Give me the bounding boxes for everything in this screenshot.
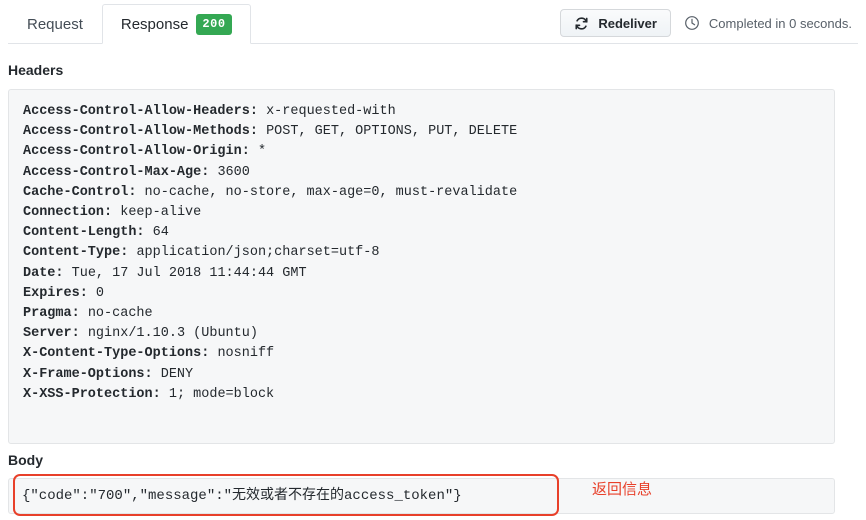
header-row: Pragma: no-cache (23, 304, 820, 324)
tab-request[interactable]: Request (8, 4, 102, 44)
sync-icon (574, 16, 589, 31)
header-name: X-XSS-Protection: (23, 386, 161, 402)
header-row: Connection: keep-alive (23, 203, 820, 223)
header-name: Access-Control-Max-Age: (23, 164, 210, 180)
header-name: X-Content-Type-Options: (23, 346, 210, 362)
completion-status-text: Completed in 0 seconds. (708, 15, 852, 31)
completion-status: Completed in 0 seconds. (684, 15, 852, 31)
tab-response[interactable]: Response 200 (101, 4, 251, 44)
header-name: Expires: (23, 285, 88, 301)
header-name: Access-Control-Allow-Headers: (23, 104, 258, 119)
toolbar-actions: Redeliver Completed in 0 seconds. (560, 9, 852, 37)
header-value: no-cache, no-store, max-age=0, must-reva… (144, 184, 518, 200)
header-value: 0 (95, 285, 105, 301)
header-value: x-requested-with (266, 104, 396, 119)
header-name: Date: (23, 265, 64, 281)
header-row: Date: Tue, 17 Jul 2018 11:44:44 GMT (23, 264, 820, 284)
header-name: Content-Length: (23, 225, 145, 241)
header-value: POST, GET, OPTIONS, PUT, DELETE (266, 124, 518, 140)
header-row: Server: nginx/1.10.3 (Ubuntu) (23, 324, 820, 344)
header-value: no-cache (87, 306, 153, 322)
redeliver-button[interactable]: Redeliver (560, 9, 671, 37)
header-value: application/json;charset=utf-8 (136, 245, 380, 261)
header-name: Server: (23, 326, 80, 342)
tab-bar: Request Response 200 Redeliver Completed… (0, 0, 866, 44)
header-value: nginx/1.10.3 (Ubuntu) (87, 326, 258, 342)
response-headers-panel: Access-Control-Allow-Headers: x-requeste… (8, 89, 835, 444)
clock-icon (684, 15, 700, 31)
headers-section-title: Headers (8, 62, 64, 78)
header-name: X-Frame-Options: (23, 366, 153, 382)
body-section-title: Body (8, 452, 43, 468)
header-name: Pragma: (23, 306, 80, 322)
header-name: Access-Control-Allow-Origin: (23, 144, 250, 160)
redeliver-button-label: Redeliver (598, 15, 657, 31)
header-value: * (257, 144, 267, 160)
annotation-label: 返回信息 (592, 481, 653, 498)
header-value: Tue, 17 Jul 2018 11:44:44 GMT (71, 265, 307, 281)
header-row: Access-Control-Allow-Headers: x-requeste… (23, 102, 820, 122)
header-name: Cache-Control: (23, 184, 137, 200)
status-badge: 200 (196, 13, 232, 35)
header-row: Content-Type: application/json;charset=u… (23, 243, 820, 263)
response-body-text: {"code":"700","message":"无效或者不存在的access_… (22, 488, 462, 504)
header-row: Content-Length: 64 (23, 223, 820, 243)
header-row: X-XSS-Protection: 1; mode=block (23, 385, 820, 405)
tab-response-label: Response (120, 15, 189, 33)
header-row: Access-Control-Allow-Methods: POST, GET,… (23, 122, 820, 142)
header-name: Content-Type: (23, 245, 129, 261)
tab-list: Request Response 200 (8, 4, 251, 44)
header-row: X-Frame-Options: DENY (23, 365, 820, 385)
header-value: nosniff (217, 346, 275, 362)
header-name: Connection: (23, 205, 113, 221)
header-row: Cache-Control: no-cache, no-store, max-a… (23, 183, 820, 203)
header-value: 1; mode=block (168, 386, 275, 402)
header-row: Access-Control-Max-Age: 3600 (23, 163, 820, 183)
header-value: keep-alive (120, 205, 202, 221)
header-value: 3600 (217, 164, 250, 180)
header-name: Access-Control-Allow-Methods: (23, 124, 258, 140)
header-value: 64 (152, 225, 169, 241)
tab-request-label: Request (27, 16, 83, 33)
header-row: X-Content-Type-Options: nosniff (23, 344, 820, 364)
header-row: Access-Control-Allow-Origin: * (23, 142, 820, 162)
header-value: DENY (160, 366, 194, 382)
header-row: Expires: 0 (23, 284, 820, 304)
headers-list: Access-Control-Allow-Headers: x-requeste… (23, 102, 820, 405)
